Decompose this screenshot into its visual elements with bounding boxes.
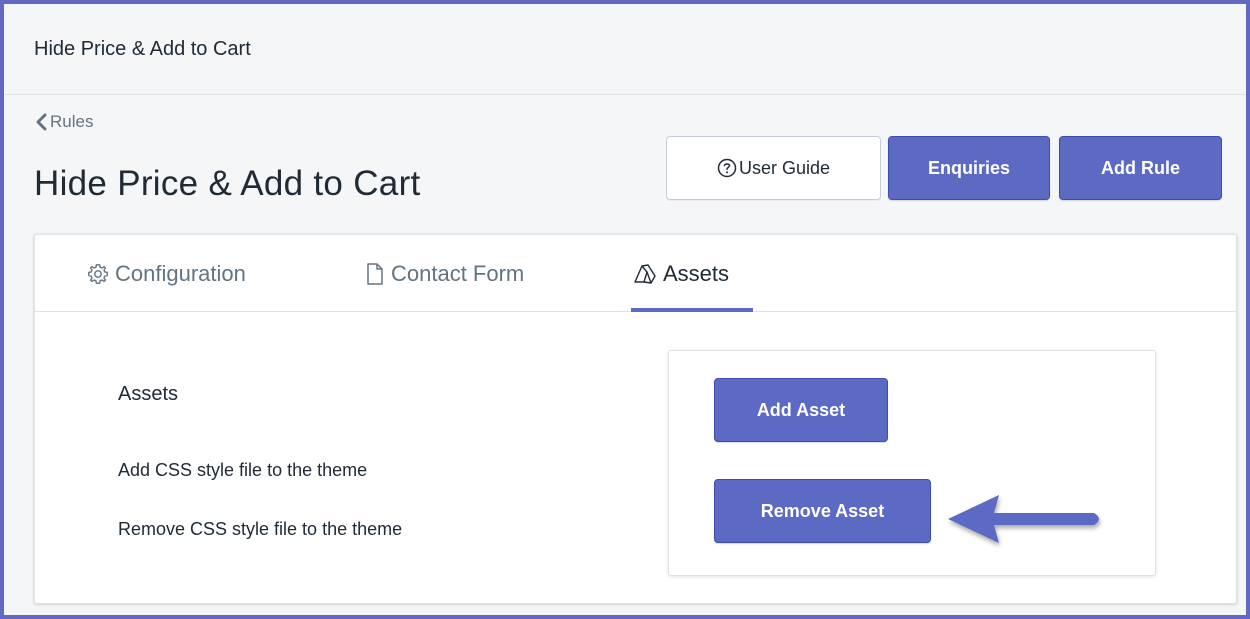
pointer-arrow-icon [948, 495, 1099, 543]
section-heading: Assets [118, 383, 179, 405]
app-window: Hide Price & Add to Cart Rules Hide Pric… [0, 0, 1250, 619]
question-circle-icon [717, 158, 737, 178]
tab-label: Contact Form [391, 260, 525, 286]
breadcrumb-back-link[interactable]: Rules [34, 112, 93, 132]
add-rule-button[interactable]: Add Rule [1059, 136, 1222, 200]
remove-asset-button[interactable]: Remove Asset [714, 479, 931, 543]
enquiries-label: Enquiries [927, 157, 1011, 178]
app-title: Hide Price & Add to Cart [34, 38, 251, 60]
tab-label: Assets [663, 260, 730, 286]
page-title: Hide Price & Add to Cart [34, 164, 421, 203]
tab-configuration[interactable]: Configuration [87, 235, 246, 312]
assets-icon [634, 263, 656, 284]
top-bar: Hide Price & Add to Cart [4, 4, 1246, 95]
breadcrumb-label: Rules [50, 112, 94, 131]
tab-assets[interactable]: Assets [633, 235, 729, 312]
tab-bar: Configuration Contact Form Assets [35, 235, 1236, 312]
tab-contact-form[interactable]: Contact Form [365, 235, 524, 312]
add-rule-label: Add Rule [1101, 157, 1180, 178]
active-tab-indicator [631, 308, 753, 312]
add-asset-button[interactable]: Add Asset [714, 378, 888, 442]
enquiries-button[interactable]: Enquiries [888, 136, 1050, 200]
remove-asset-label: Remove Asset [760, 500, 885, 521]
add-asset-description: Add CSS style file to the theme [118, 460, 368, 480]
user-guide-label: User Guide [738, 157, 831, 178]
gear-icon [88, 263, 108, 284]
chevron-left-icon [36, 113, 47, 131]
add-asset-label: Add Asset [756, 399, 846, 420]
document-icon [367, 262, 383, 285]
remove-asset-description: Remove CSS style file to the theme [118, 519, 403, 539]
user-guide-button[interactable]: User Guide [666, 136, 881, 200]
tab-label: Configuration [115, 260, 246, 286]
